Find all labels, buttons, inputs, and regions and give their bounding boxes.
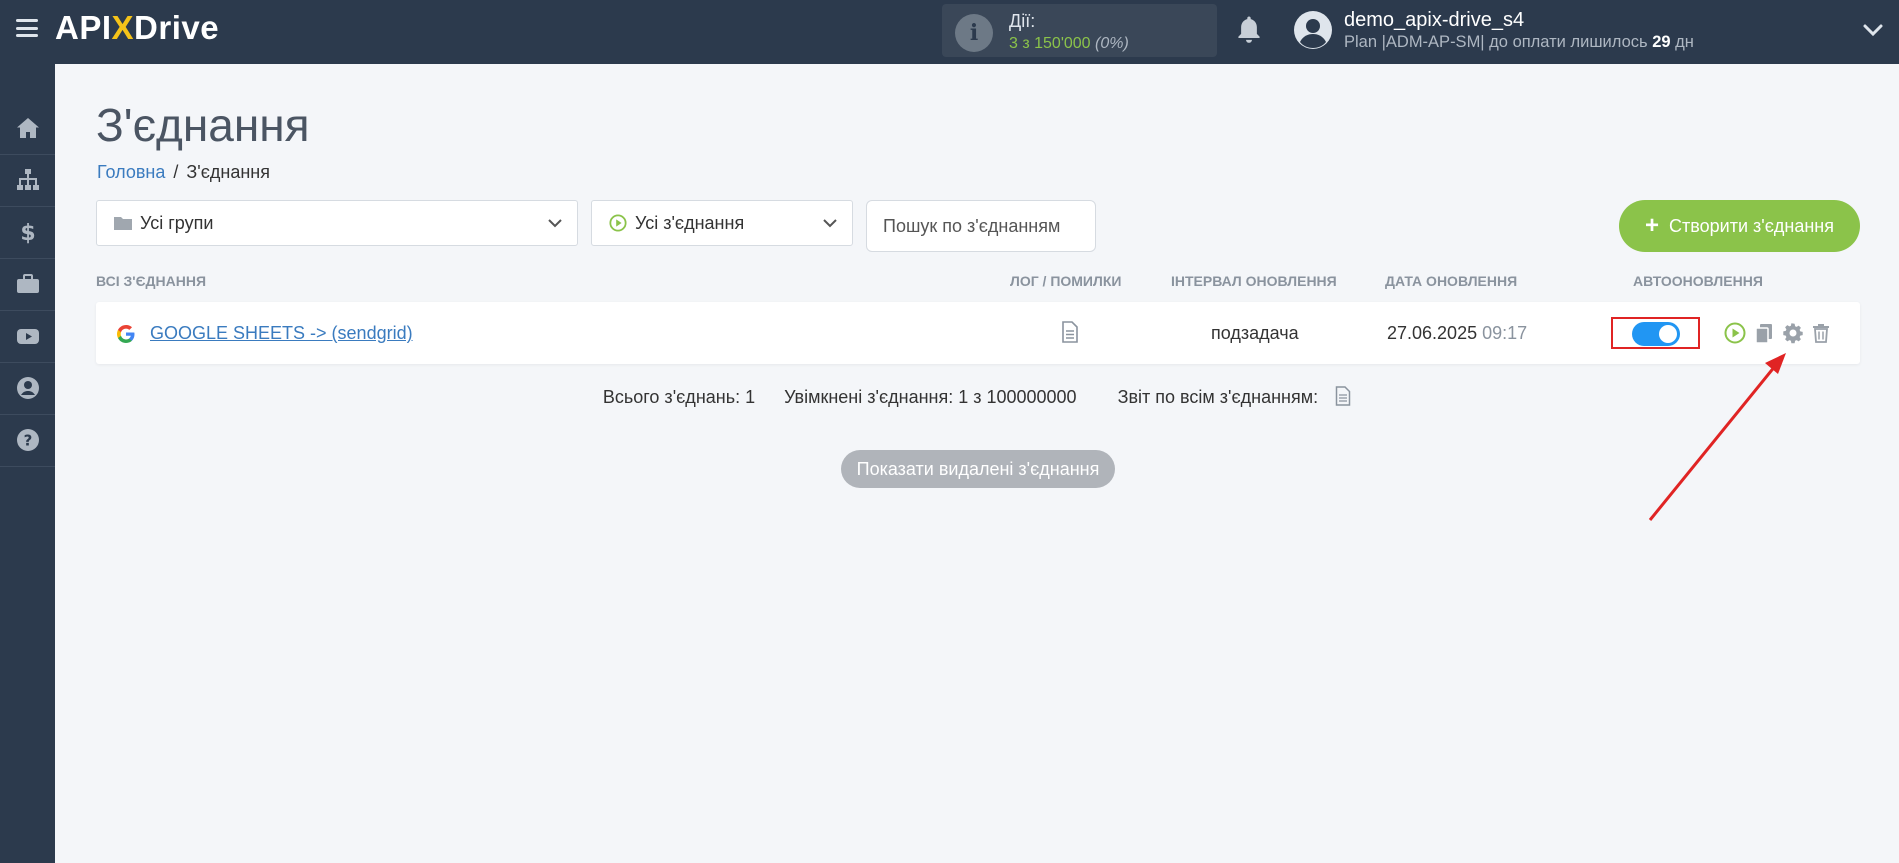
connection-name-link[interactable]: GOOGLE SHEETS -> (sendgrid): [150, 323, 413, 344]
breadcrumb: Головна / З'єднання: [97, 162, 270, 183]
sidebar-item-billing[interactable]: $: [0, 206, 55, 259]
create-connection-label: Створити з'єднання: [1669, 215, 1834, 236]
group-select[interactable]: Усі групи: [96, 200, 578, 246]
logo-text-drive: Drive: [134, 9, 220, 46]
group-select-value: Усі групи: [140, 213, 214, 233]
update-interval: подзадача: [1211, 323, 1299, 343]
logo-text-x: X: [111, 9, 135, 46]
dollar-icon: $: [20, 221, 35, 245]
document-icon[interactable]: [1061, 321, 1079, 343]
gear-icon[interactable]: [1782, 322, 1804, 344]
show-deleted-button[interactable]: Показати видалені з'єднання: [841, 450, 1115, 488]
svg-text:$: $: [20, 221, 35, 245]
logo[interactable]: APIXDrive: [55, 6, 219, 50]
sidebar-item-video[interactable]: [0, 310, 55, 363]
actions-value: 3 з 150'000 (0%): [1009, 35, 1129, 53]
create-connection-button[interactable]: + Створити з'єднання: [1619, 200, 1860, 252]
breadcrumb-current: З'єднання: [186, 162, 270, 182]
actions-count: 3 з 150'000: [1009, 35, 1091, 52]
report-label: Звіт по всім з'єднанням:: [1117, 387, 1319, 407]
total-connections: Всього з'єднань: 1: [602, 387, 756, 407]
search-input[interactable]: [866, 200, 1096, 252]
document-icon: [1335, 386, 1351, 406]
toggle-knob: [1659, 325, 1677, 343]
bell-icon[interactable]: [1234, 14, 1264, 46]
sidebar-item-home[interactable]: [0, 102, 55, 155]
svg-text:?: ?: [23, 432, 32, 450]
table-row: GOOGLE SHEETS -> (sendgrid) подзадача 27…: [96, 302, 1860, 364]
annotation-arrow: [1648, 353, 1786, 521]
help-icon: ?: [16, 429, 39, 451]
column-header-interval: ІНТЕРВАЛ ОНОВЛЕННЯ: [1171, 273, 1337, 289]
sidebar: $ ?: [0, 64, 55, 863]
chevron-down-icon: [823, 219, 837, 228]
briefcase-icon: [16, 274, 39, 293]
enabled-connections: Увімкнені з'єднання: 1 з 100000000: [784, 387, 1077, 407]
report-all-connections[interactable]: Звіт по всім з'єднанням:: [1106, 386, 1352, 407]
folder-icon: [114, 217, 132, 230]
page-title: З'єднання: [96, 99, 310, 151]
sitemap-icon: [16, 169, 39, 190]
auto-update-toggle[interactable]: [1632, 322, 1680, 346]
plan-days: 29: [1652, 33, 1671, 51]
actions-counter[interactable]: i Дії: 3 з 150'000 (0%): [942, 4, 1217, 57]
home-icon: [16, 118, 39, 138]
chevron-down-icon: [548, 219, 562, 228]
actions-label: Дії:: [1009, 11, 1036, 31]
logo-text-api: API: [55, 9, 112, 46]
plus-icon: +: [1645, 212, 1660, 239]
info-icon: i: [955, 14, 993, 52]
user-name[interactable]: demo_apix-drive_s4: [1344, 9, 1524, 32]
breadcrumb-separator: /: [173, 162, 179, 182]
status-select[interactable]: Усі з'єднання: [591, 200, 853, 246]
menu-icon[interactable]: [16, 19, 38, 37]
update-date-day: 27.06.2025: [1387, 323, 1478, 343]
update-date-time: 09:17: [1482, 323, 1528, 343]
update-date: 27.06.2025 09:17: [1387, 323, 1527, 344]
plan-text: Plan |ADM-AP-SM| до оплати лишилось: [1344, 33, 1653, 51]
sidebar-item-help[interactable]: ?: [0, 414, 55, 467]
avatar[interactable]: [1294, 11, 1332, 49]
column-header-log: ЛОГ / ПОМИЛКИ: [1010, 273, 1122, 289]
actions-percent: (0%): [1095, 35, 1129, 52]
column-header-all: ВСІ З'ЄДНАННЯ: [96, 273, 207, 289]
status-select-value: Усі з'єднання: [635, 213, 745, 233]
copy-icon[interactable]: [1753, 322, 1775, 344]
chevron-down-icon[interactable]: [1862, 22, 1884, 38]
youtube-icon: [16, 329, 39, 344]
breadcrumb-home-link[interactable]: Головна: [97, 162, 165, 182]
trash-icon[interactable]: [1810, 322, 1832, 344]
top-bar: APIXDrive i Дії: 3 з 150'000 (0%) demo_a…: [0, 0, 1899, 64]
user-plan: Plan |ADM-AP-SM| до оплати лишилось 29 д…: [1344, 33, 1694, 52]
sidebar-item-connections[interactable]: [0, 154, 55, 207]
play-icon[interactable]: [1724, 322, 1746, 344]
column-header-auto: АВТООНОВЛЕННЯ: [1633, 273, 1763, 289]
sidebar-item-briefcase[interactable]: [0, 258, 55, 311]
summary-bar: Всього з'єднань: 1 Увімкнені з'єднання: …: [0, 386, 1899, 408]
play-circle-icon: [609, 214, 627, 232]
column-header-date: ДАТА ОНОВЛЕННЯ: [1385, 273, 1518, 289]
plan-days-suffix: дн: [1670, 33, 1694, 51]
google-icon: [117, 325, 135, 343]
